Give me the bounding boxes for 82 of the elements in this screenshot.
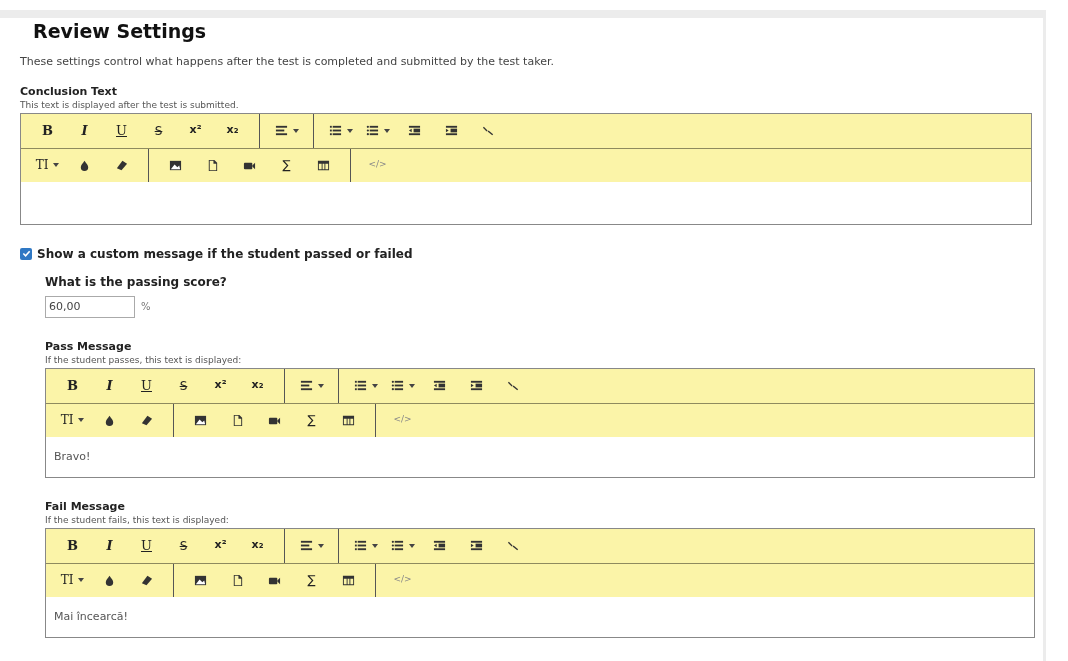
drop-icon [103, 413, 116, 427]
italic-button[interactable]: I [66, 117, 103, 144]
numbered-list-icon [328, 124, 342, 137]
formula-button[interactable]: ∑ [268, 152, 305, 178]
percent-unit: % [141, 300, 151, 314]
file-icon [231, 573, 244, 587]
bold-button[interactable]: B [29, 117, 66, 144]
eraser-icon [140, 413, 153, 427]
description-text: These settings control what happens after the test is completed and submitted by the test taker. [20, 54, 555, 70]
file-icon [206, 158, 219, 172]
superscript-button[interactable]: x² [202, 532, 239, 559]
strike-button[interactable]: S [140, 117, 177, 144]
font-size-button[interactable]: TI [54, 567, 91, 593]
link-icon [507, 539, 520, 552]
strike-button[interactable]: S [165, 372, 202, 399]
file-icon [231, 413, 244, 427]
subscript-button[interactable]: x₂ [239, 372, 276, 399]
image-icon [169, 158, 182, 172]
formula-button[interactable]: ∑ [293, 567, 330, 593]
caret-icon [317, 383, 324, 388]
bullet-list-icon [390, 539, 404, 552]
italic-button[interactable]: I [91, 532, 128, 559]
formula-button[interactable]: ∑ [293, 407, 330, 433]
align-icon [299, 539, 313, 552]
align-icon [299, 379, 313, 392]
section-label: Conclusion Text [20, 84, 118, 99]
strike-button[interactable]: S [165, 532, 202, 559]
checkbox-label: Show a custom message if the student passed or failed [37, 245, 413, 263]
underline-button[interactable]: U [128, 532, 165, 559]
table-icon [342, 573, 355, 587]
question-label: What is the passing score? [45, 273, 228, 291]
caret-icon [371, 383, 378, 388]
underline-button[interactable]: U [103, 117, 140, 144]
drop-icon [103, 573, 116, 587]
hint-text: If the student fails, this text is displayed: [45, 513, 230, 526]
bullet-list-icon [365, 124, 379, 137]
caret-icon [78, 578, 85, 582]
image-icon [194, 413, 207, 427]
caret-icon [408, 383, 415, 388]
checkbox[interactable] [20, 247, 32, 260]
align-icon [274, 124, 288, 137]
caret-icon [371, 543, 378, 548]
bold-button[interactable]: B [54, 532, 91, 559]
table-icon [342, 413, 355, 427]
eraser-icon [115, 158, 128, 172]
table-icon [317, 158, 330, 172]
bold-button[interactable]: B [54, 372, 91, 399]
italic-button[interactable]: I [91, 372, 128, 399]
image-icon [194, 573, 207, 587]
bullet-list-icon [390, 379, 404, 392]
link-icon [507, 379, 520, 392]
caret-icon [383, 128, 390, 133]
outdent-icon [433, 379, 446, 392]
indent-icon [470, 539, 483, 552]
superscript-button[interactable]: x² [177, 117, 214, 144]
outdent-icon [408, 124, 421, 137]
hint-text: This text is displayed after the test is submitted. [20, 98, 240, 111]
superscript-button[interactable]: x² [202, 372, 239, 399]
caret-icon [317, 543, 324, 548]
indent-icon [470, 379, 483, 392]
font-size-button[interactable]: TI [54, 407, 91, 433]
numbered-list-icon [353, 539, 367, 552]
hint-text: If the student passes, this text is displayed: [45, 353, 243, 366]
section-label: Fail Message [45, 499, 126, 514]
caret-icon [292, 128, 299, 133]
numbered-list-icon [353, 379, 367, 392]
underline-button[interactable]: U [128, 372, 165, 399]
caret-icon [78, 418, 85, 422]
indent-icon [445, 124, 458, 137]
subscript-button[interactable]: x₂ [214, 117, 251, 144]
caret-icon [346, 128, 353, 133]
font-size-button[interactable]: TI [29, 152, 66, 178]
passing-score-field[interactable]: 60,00 [45, 295, 135, 318]
eraser-icon [140, 573, 153, 587]
drop-icon [78, 158, 91, 172]
caret-icon [408, 543, 415, 548]
link-icon [482, 124, 495, 137]
page-title: Review Settings [33, 19, 208, 44]
caret-icon [53, 163, 60, 167]
section-label: Pass Message [45, 339, 133, 354]
outdent-icon [433, 539, 446, 552]
subscript-button[interactable]: x₂ [239, 532, 276, 559]
